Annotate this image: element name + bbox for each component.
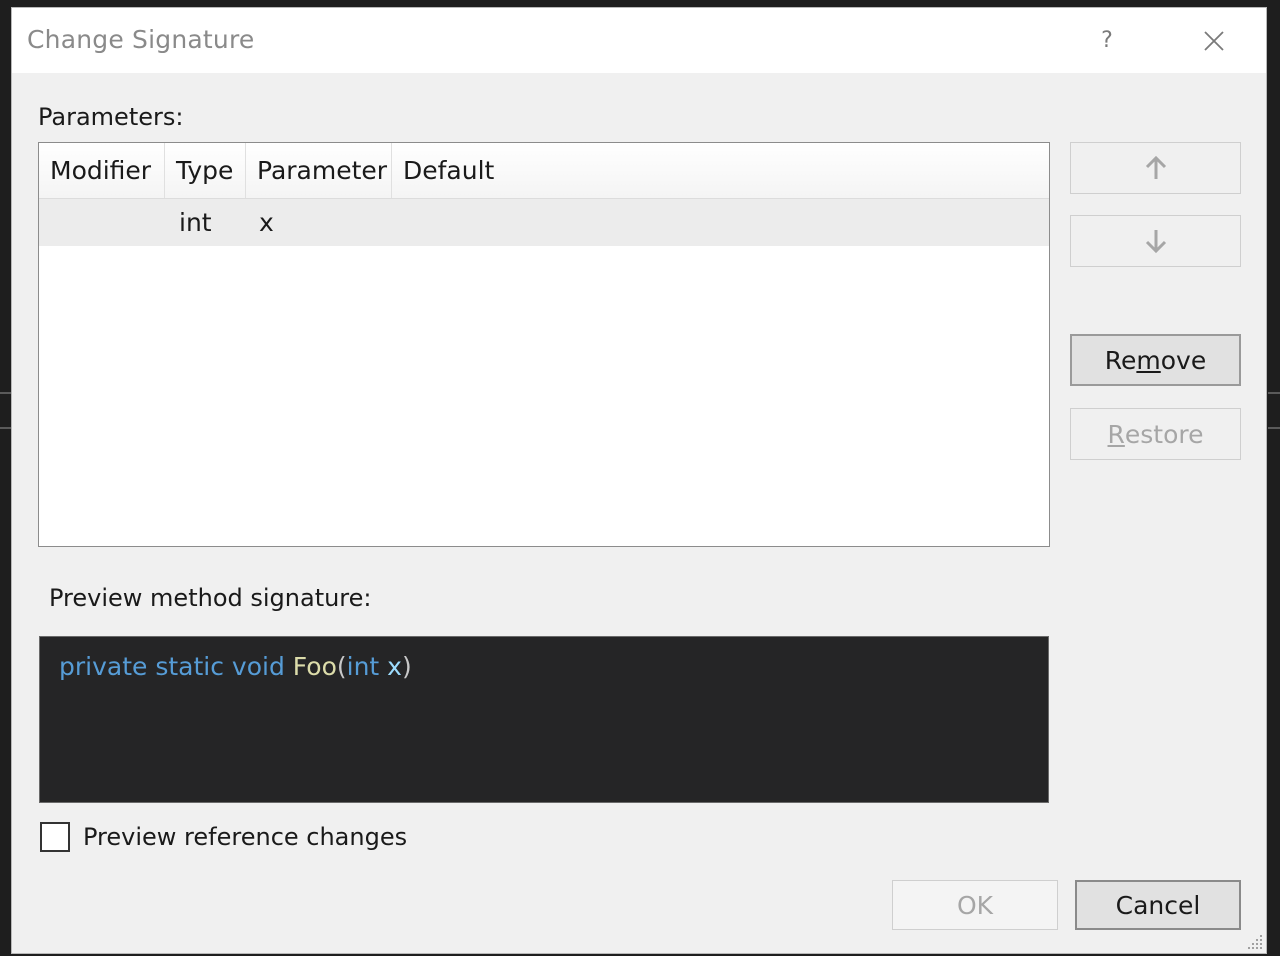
- remove-mnemonic: m: [1136, 345, 1161, 375]
- restore-button[interactable]: Restore: [1070, 408, 1241, 460]
- signature-preview: private static void Foo(int x): [39, 636, 1049, 803]
- code-param-type: int: [346, 652, 380, 681]
- help-button[interactable]: ?: [1077, 8, 1137, 73]
- table-row[interactable]: int x: [39, 199, 1049, 246]
- cancel-button[interactable]: Cancel: [1075, 880, 1241, 930]
- signature-code: private static void Foo(int x): [59, 652, 412, 681]
- restore-label-end: estore: [1124, 419, 1204, 449]
- remove-label-start: Re: [1104, 345, 1137, 375]
- ok-button[interactable]: OK: [892, 880, 1058, 930]
- close-button[interactable]: [1184, 8, 1244, 73]
- parameters-grid[interactable]: Modifier Type Parameter Default int x: [38, 142, 1050, 547]
- preview-reference-changes-label[interactable]: Preview reference changes: [83, 823, 407, 851]
- change-signature-dialog: Change Signature ? Parameters: Modifier …: [11, 7, 1267, 954]
- resize-grip-icon[interactable]: [1244, 931, 1264, 951]
- column-header-type[interactable]: Type: [165, 143, 246, 198]
- preview-reference-changes-checkbox[interactable]: [40, 822, 70, 852]
- code-method-name: Foo: [292, 652, 337, 681]
- title-bar: Change Signature ?: [12, 8, 1266, 73]
- column-header-modifier[interactable]: Modifier: [39, 143, 165, 198]
- arrow-down-icon: [1145, 230, 1166, 254]
- dialog-title: Change Signature: [27, 25, 255, 54]
- column-header-default[interactable]: Default: [392, 143, 1049, 198]
- editor-background-line: [0, 392, 11, 394]
- remove-label-end: ove: [1160, 345, 1207, 375]
- parameters-label: Parameters:: [38, 103, 184, 131]
- grid-header: Modifier Type Parameter Default: [39, 143, 1049, 199]
- remove-button[interactable]: Re m ove: [1070, 334, 1241, 386]
- editor-background-line: [0, 427, 11, 429]
- editor-background-line: [1268, 392, 1280, 394]
- move-up-button[interactable]: [1070, 142, 1241, 194]
- close-icon: [1204, 30, 1224, 51]
- preview-label: Preview method signature:: [49, 584, 372, 612]
- arrow-up-icon: [1145, 155, 1166, 179]
- code-modifiers: private static void: [59, 652, 293, 681]
- restore-mnemonic: R: [1107, 419, 1125, 449]
- move-down-button[interactable]: [1070, 215, 1241, 267]
- code-open-paren: (: [336, 652, 347, 681]
- editor-background-line: [1268, 427, 1280, 429]
- code-close-paren: ): [401, 652, 412, 681]
- column-header-parameter[interactable]: Parameter: [246, 143, 392, 198]
- code-param-name: x: [379, 652, 402, 681]
- cell-parameter: x: [259, 208, 274, 237]
- cell-type: int: [179, 208, 212, 237]
